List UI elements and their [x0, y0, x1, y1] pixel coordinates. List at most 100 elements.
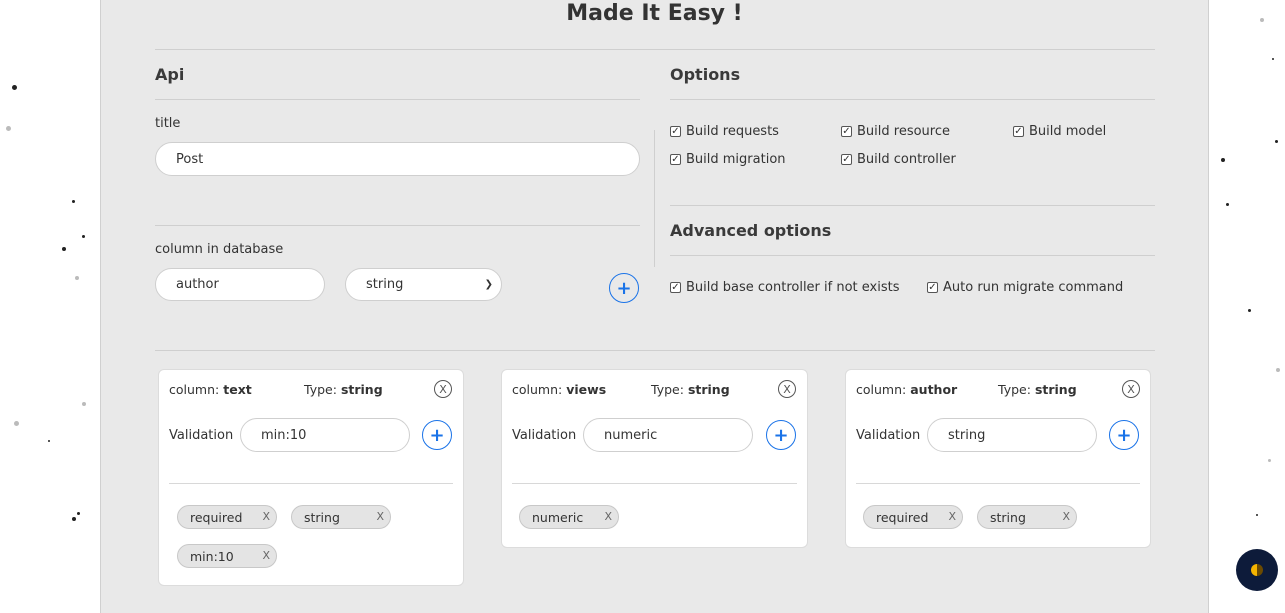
checkbox-checked-icon[interactable]: ✓: [670, 126, 681, 137]
divider: [169, 483, 453, 484]
star-dot: [62, 247, 66, 251]
page-title: Made It Easy !: [566, 1, 743, 26]
remove-column-button[interactable]: X: [1122, 380, 1140, 398]
close-icon[interactable]: X: [604, 510, 612, 523]
option-build-migration[interactable]: ✓ Build migration: [670, 152, 786, 167]
type-label: Type:: [304, 382, 337, 397]
star-dot: [1226, 203, 1229, 206]
checkbox-checked-icon[interactable]: ✓: [841, 154, 852, 165]
validation-label: Validation: [856, 428, 921, 443]
remove-column-button[interactable]: X: [434, 380, 452, 398]
option-label: Build controller: [857, 152, 956, 167]
add-validation-button[interactable]: +: [766, 420, 796, 450]
checkbox-checked-icon[interactable]: ✓: [1013, 126, 1024, 137]
divider: [512, 483, 797, 484]
add-validation-button[interactable]: +: [1109, 420, 1139, 450]
plus-icon: +: [616, 277, 632, 299]
column-type-select[interactable]: string ❯: [345, 268, 502, 301]
checkbox-checked-icon[interactable]: ✓: [670, 154, 681, 165]
star-dot: [82, 235, 85, 238]
column-label: column:: [856, 382, 907, 397]
title-input[interactable]: Post: [155, 142, 640, 176]
star-dot: [1275, 140, 1278, 143]
close-icon[interactable]: X: [948, 510, 956, 523]
chip-label: string: [304, 509, 340, 525]
validation-input[interactable]: numeric: [583, 418, 753, 452]
chip-label: min:10: [190, 548, 234, 564]
star-dot: [72, 200, 75, 203]
star-dot: [1221, 158, 1225, 162]
star-dot: [75, 276, 79, 280]
validation-chip: numeric X: [519, 505, 619, 529]
validation-input[interactable]: string: [927, 418, 1097, 452]
option-label: Build model: [1029, 124, 1107, 139]
close-icon[interactable]: X: [262, 510, 270, 523]
option-label: Auto run migrate command: [943, 280, 1124, 295]
checkbox-checked-icon[interactable]: ✓: [927, 282, 938, 293]
close-icon[interactable]: X: [1062, 510, 1070, 523]
option-label: Build base controller if not exists: [686, 280, 900, 295]
star-dot: [12, 85, 17, 90]
divider: [155, 350, 1155, 351]
column-card: column: author Type: string X Validation s…: [845, 369, 1151, 548]
plus-icon: +: [429, 424, 445, 446]
option-build-model[interactable]: ✓ Build model: [1013, 124, 1106, 139]
star-dot: [1260, 18, 1264, 22]
option-build-base-controller[interactable]: ✓ Build base controller if not exists: [670, 280, 900, 295]
validation-label: Validation: [512, 428, 577, 443]
star-dot: [1272, 58, 1274, 60]
column-card: column: text Type: string X Validation min…: [158, 369, 464, 586]
remove-column-button[interactable]: X: [778, 380, 796, 398]
column-label: column in database: [155, 242, 284, 257]
plus-icon: +: [1116, 424, 1132, 446]
divider: [670, 205, 1155, 206]
chip-label: string: [990, 509, 1026, 525]
star-dot: [14, 421, 19, 426]
close-icon: X: [783, 382, 791, 396]
chevron-down-icon: ❯: [484, 278, 493, 290]
option-build-resource[interactable]: ✓ Build resource: [841, 124, 950, 139]
divider-vertical: [654, 130, 655, 267]
close-icon: X: [439, 382, 447, 396]
close-icon: X: [1127, 382, 1135, 396]
column-name-input[interactable]: author: [155, 268, 325, 301]
main-panel: Made It Easy ! Api title Post column in …: [100, 0, 1209, 613]
column-name: author: [910, 382, 958, 397]
option-auto-run-migrate[interactable]: ✓ Auto run migrate command: [927, 280, 1123, 295]
option-build-requests[interactable]: ✓ Build requests: [670, 124, 779, 139]
validation-chip: min:10 X: [177, 544, 277, 568]
card-column: column: text: [169, 382, 252, 397]
type-name: string: [340, 382, 383, 397]
type-name: string: [687, 382, 730, 397]
star-dot: [6, 126, 11, 131]
close-icon[interactable]: X: [376, 510, 384, 523]
type-label: Type:: [651, 382, 684, 397]
api-heading: Api: [155, 65, 185, 84]
advanced-options-heading: Advanced options: [670, 221, 832, 240]
star-dot: [1276, 368, 1280, 372]
add-column-button[interactable]: +: [609, 273, 639, 303]
card-type: Type: string: [304, 382, 383, 397]
chip-label: required: [876, 509, 929, 525]
validation-chip: required X: [177, 505, 277, 529]
theme-toggle-button[interactable]: [1236, 549, 1278, 591]
column-card: column: views Type: string X Validation nu…: [501, 369, 808, 548]
add-validation-button[interactable]: +: [422, 420, 452, 450]
star-dot: [1256, 514, 1258, 516]
checkbox-checked-icon[interactable]: ✓: [670, 282, 681, 293]
option-build-controller[interactable]: ✓ Build controller: [841, 152, 956, 167]
column-type-value: string: [366, 277, 404, 292]
validation-input[interactable]: min:10: [240, 418, 410, 452]
column-name: views: [566, 382, 607, 397]
star-dot: [48, 440, 50, 442]
option-label: Build requests: [686, 124, 779, 139]
checkbox-checked-icon[interactable]: ✓: [841, 126, 852, 137]
star-dot: [77, 512, 80, 515]
column-label: column:: [169, 382, 220, 397]
close-icon[interactable]: X: [262, 549, 270, 562]
type-label: Type:: [998, 382, 1031, 397]
chip-label: numeric: [532, 509, 584, 525]
title-label: title: [155, 116, 181, 131]
validation-chip: required X: [863, 505, 963, 529]
divider: [155, 225, 640, 226]
